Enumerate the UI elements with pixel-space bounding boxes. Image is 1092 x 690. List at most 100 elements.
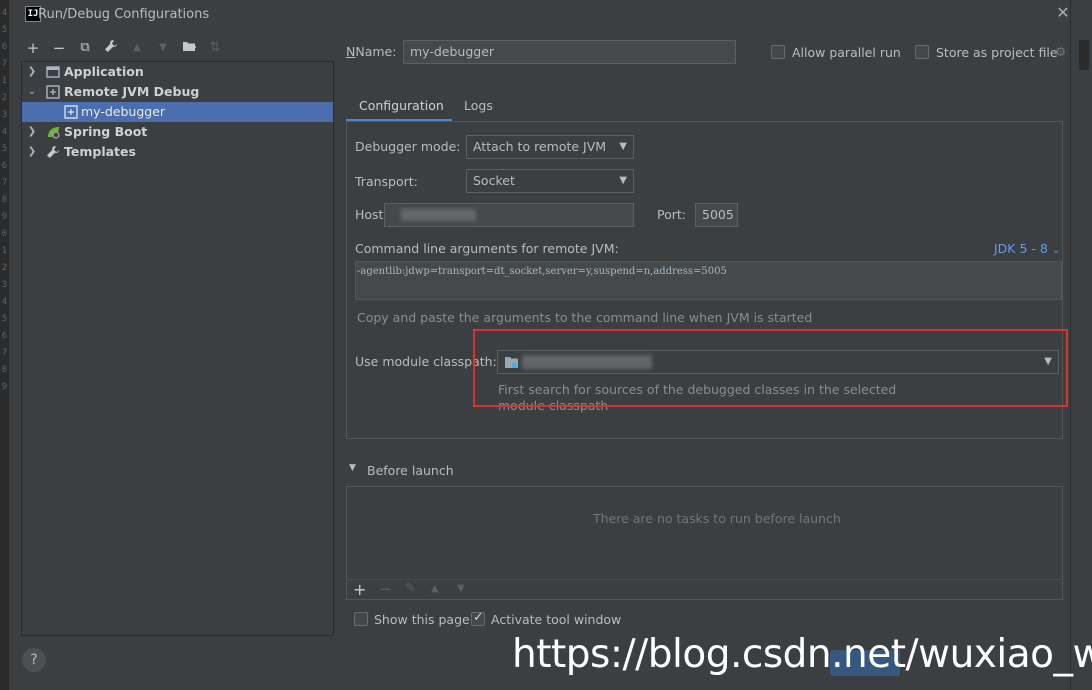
- editor-right-strip: [1070, 0, 1092, 690]
- cmdline-textarea[interactable]: -agentlib:jdwp=transport=dt_socket,serve…: [355, 261, 1062, 300]
- gutter-line-number: 7: [1, 178, 8, 188]
- watermark-text: https://blog.csdn.net/wuxiao_wei: [512, 632, 1092, 677]
- tree-item-label: Application: [64, 64, 144, 79]
- help-button[interactable]: ?: [22, 648, 46, 672]
- edit-defaults-icon[interactable]: [103, 39, 119, 57]
- transport-select[interactable]: Socket ▼: [466, 169, 634, 193]
- show-page-label: Show this page: [374, 612, 470, 627]
- port-label: Port:: [657, 207, 686, 222]
- show-page-checkbox[interactable]: [354, 612, 368, 626]
- gutter-line-number: 9: [1, 212, 8, 222]
- gutter-line-number: 3: [1, 280, 8, 290]
- collapse-triangle-icon[interactable]: ▼: [349, 463, 356, 473]
- tree-item-spring-boot[interactable]: ❯ Spring Boot: [22, 122, 333, 142]
- activate-tool-window-checkbox[interactable]: [471, 610, 485, 626]
- tree-item-application[interactable]: ❯ Application: [22, 62, 333, 82]
- tree-item-remote-jvm-debug[interactable]: ⌄ Remote JVM Debug: [22, 82, 333, 102]
- gutter-line-number: 0: [1, 229, 8, 239]
- gutter-line-number: 5: [1, 144, 8, 154]
- tree-item-label: Spring Boot: [64, 124, 148, 139]
- gear-icon[interactable]: ⚙: [1055, 44, 1066, 59]
- redacted-host: [401, 209, 476, 221]
- host-label: Host:: [355, 207, 388, 222]
- move-down-icon[interactable]: ▼: [155, 39, 171, 57]
- gutter-line-number: 8: [1, 365, 8, 375]
- name-input[interactable]: my-debugger: [403, 40, 736, 64]
- gutter-line-number: 8: [1, 195, 8, 205]
- gutter-line-number: 5: [1, 314, 8, 324]
- tab-configuration[interactable]: Configuration: [346, 93, 452, 122]
- tree-item-label: Remote JVM Debug: [64, 84, 200, 99]
- wrench-icon: [46, 145, 60, 159]
- before-launch-title[interactable]: Before launch: [367, 463, 454, 478]
- before-launch-toolbar: + − ✎ ▲ ▼: [347, 579, 1062, 599]
- remove-task-icon[interactable]: −: [379, 580, 392, 598]
- chevron-down-icon[interactable]: ⌄: [26, 82, 38, 102]
- gutter-line-number: 3: [1, 110, 8, 120]
- chevron-down-icon: ▼: [619, 141, 627, 152]
- add-task-icon[interactable]: +: [353, 580, 366, 599]
- tree-item-templates[interactable]: ❯ Templates: [22, 142, 333, 162]
- host-input[interactable]: [384, 203, 634, 227]
- debug-config-icon: [64, 105, 78, 119]
- cmdline-label: Command line arguments for remote JVM:: [355, 241, 619, 256]
- gutter-line-number: 6: [1, 42, 8, 52]
- transport-value: Socket: [473, 173, 515, 188]
- move-up-icon[interactable]: ▲: [431, 583, 439, 594]
- tree-item-my-debugger[interactable]: my-debugger: [22, 102, 333, 122]
- chevron-right-icon[interactable]: ❯: [26, 62, 38, 82]
- remote-debug-icon: [46, 85, 60, 99]
- gutter-line-number: 7: [1, 348, 8, 358]
- gutter-line-number: 1: [1, 76, 8, 86]
- jdk-version-text: JDK 5 - 8: [994, 241, 1048, 256]
- store-project-checkbox[interactable]: [915, 45, 929, 59]
- gutter-line-number: 4: [1, 127, 8, 137]
- chevron-down-icon: ▼: [619, 175, 627, 186]
- debugger-mode-select[interactable]: Attach to remote JVM ▼: [466, 135, 634, 159]
- title-bar: IJ Run/Debug Configurations ✕: [9, 0, 1070, 30]
- gutter-line-number: 4: [1, 8, 8, 18]
- edit-task-icon[interactable]: ✎: [405, 581, 416, 596]
- sort-icon[interactable]: ⇅: [207, 39, 223, 57]
- name-label-text: Name:: [355, 44, 397, 59]
- new-folder-icon[interactable]: [181, 39, 197, 57]
- allow-parallel-label: Allow parallel run: [792, 45, 901, 60]
- gutter-line-number: 1: [1, 246, 8, 256]
- window-title: Run/Debug Configurations: [38, 7, 210, 22]
- copy-config-icon[interactable]: ⧉: [77, 39, 93, 57]
- spring-boot-icon: [46, 125, 60, 139]
- tab-logs[interactable]: Logs: [464, 98, 493, 113]
- tree-item-label: Templates: [64, 144, 136, 159]
- gutter-line-number: 2: [1, 263, 8, 273]
- chevron-right-icon[interactable]: ❯: [26, 142, 38, 162]
- remove-config-icon[interactable]: −: [51, 39, 67, 57]
- name-label: NName:: [346, 44, 397, 59]
- gutter-line-number: 2: [1, 93, 8, 103]
- close-icon[interactable]: ✕: [1055, 5, 1071, 21]
- port-input[interactable]: 5005: [695, 203, 738, 227]
- move-up-icon[interactable]: ▲: [129, 39, 145, 57]
- chevron-right-icon[interactable]: ❯: [26, 122, 38, 142]
- allow-parallel-checkbox[interactable]: [771, 45, 785, 59]
- tree-item-label: my-debugger: [81, 104, 166, 119]
- chevron-down-icon: ⌄: [1051, 245, 1061, 256]
- debugger-mode-value: Attach to remote JVM: [473, 139, 607, 154]
- gutter-line-number: 6: [1, 331, 8, 341]
- cmdline-hint: Copy and paste the arguments to the comm…: [357, 310, 813, 325]
- debugger-mode-label: Debugger mode:: [355, 139, 461, 154]
- gutter-line-number: 7: [1, 59, 8, 69]
- gutter-line-number: 4: [1, 297, 8, 307]
- move-down-icon[interactable]: ▼: [457, 583, 465, 594]
- add-config-icon[interactable]: +: [25, 39, 41, 57]
- config-tree: ❯ Application ⌄ Remote JVM Debug my-debu…: [21, 61, 334, 636]
- before-launch-empty-text: There are no tasks to run before launch: [593, 511, 841, 526]
- application-icon: [46, 65, 60, 79]
- gutter-line-number: 6: [1, 161, 8, 171]
- tab-label: Configuration: [359, 98, 444, 113]
- store-project-label: Store as project file: [936, 45, 1058, 60]
- annotation-highlight-box: [473, 329, 1068, 407]
- gutter-line-number: 9: [1, 382, 8, 392]
- editor-gutter: 4 5 6 7 1 2 3 4 5 6 7 8 9 0 1 2 3 4 5 6 7 8 9: [0, 0, 9, 690]
- jdk-version-link[interactable]: JDK 5 - 8 ⌄: [994, 241, 1060, 256]
- activate-tool-window-label: Activate tool window: [491, 612, 622, 627]
